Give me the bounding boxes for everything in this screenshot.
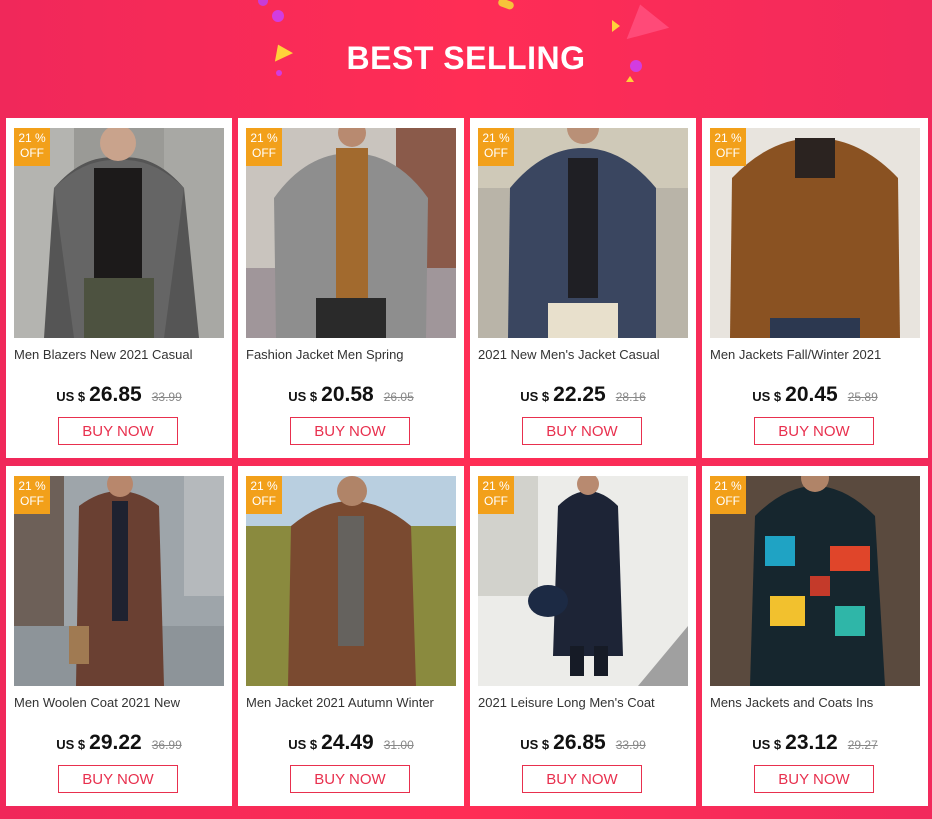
- product-image[interactable]: 21 % OFF: [246, 128, 456, 338]
- currency-label: US $: [752, 389, 782, 404]
- original-price: 28.16: [615, 390, 646, 404]
- currency-label: US $: [56, 737, 86, 752]
- discount-badge: 21 % OFF: [710, 128, 746, 166]
- discount-percent: 21 %: [18, 131, 46, 145]
- price-row: US $20.45 25.89: [702, 383, 928, 407]
- product-card[interactable]: 21 % OFF 2021 Leisure Long Men's Coat US…: [470, 466, 696, 806]
- discount-badge: 21 % OFF: [478, 128, 514, 166]
- discount-percent: 21 %: [482, 131, 510, 145]
- discount-off-label: OFF: [20, 146, 44, 160]
- discount-badge: 21 % OFF: [478, 476, 514, 514]
- currency-label: US $: [288, 389, 318, 404]
- currency-label: US $: [56, 389, 86, 404]
- discount-percent: 21 %: [714, 131, 742, 145]
- currency-label: US $: [752, 737, 782, 752]
- current-price: 26.85: [553, 731, 606, 754]
- discount-badge: 21 % OFF: [246, 476, 282, 514]
- original-price: 31.00: [383, 738, 414, 752]
- product-image[interactable]: 21 % OFF: [478, 476, 688, 686]
- currency-label: US $: [520, 737, 550, 752]
- confetti-triangle: [618, 0, 670, 40]
- price-row: US $26.85 33.99: [470, 731, 696, 755]
- product-image[interactable]: 21 % OFF: [710, 476, 920, 686]
- buy-now-button[interactable]: BUY NOW: [58, 417, 178, 445]
- buy-now-button[interactable]: BUY NOW: [58, 765, 178, 793]
- currency-label: US $: [288, 737, 318, 752]
- buy-now-button[interactable]: BUY NOW: [290, 765, 410, 793]
- product-title[interactable]: 2021 New Men's Jacket Casual: [478, 347, 692, 362]
- current-price: 26.85: [89, 383, 142, 406]
- discount-badge: 21 % OFF: [14, 476, 50, 514]
- product-image[interactable]: 21 % OFF: [246, 476, 456, 686]
- price-row: US $24.49 31.00: [238, 731, 464, 755]
- product-image[interactable]: 21 % OFF: [14, 128, 224, 338]
- product-title[interactable]: 2021 Leisure Long Men's Coat: [478, 695, 692, 710]
- product-title[interactable]: Men Woolen Coat 2021 New: [14, 695, 228, 710]
- product-card[interactable]: 21 % OFF Men Blazers New 2021 Casual US …: [6, 118, 232, 458]
- price-row: US $26.85 33.99: [6, 383, 232, 407]
- discount-percent: 21 %: [250, 131, 278, 145]
- discount-off-label: OFF: [716, 494, 740, 508]
- buy-now-button[interactable]: BUY NOW: [290, 417, 410, 445]
- discount-percent: 21 %: [714, 479, 742, 493]
- currency-label: US $: [520, 389, 550, 404]
- current-price: 22.25: [553, 383, 606, 406]
- discount-badge: 21 % OFF: [710, 476, 746, 514]
- original-price: 36.99: [151, 738, 182, 752]
- page-title: BEST SELLING: [346, 40, 586, 76]
- product-title[interactable]: Men Jacket 2021 Autumn Winter: [246, 695, 460, 710]
- discount-off-label: OFF: [252, 494, 276, 508]
- product-title[interactable]: Men Blazers New 2021 Casual: [14, 347, 228, 362]
- discount-off-label: OFF: [484, 494, 508, 508]
- product-image[interactable]: 21 % OFF: [14, 476, 224, 686]
- product-title[interactable]: Fashion Jacket Men Spring: [246, 347, 460, 362]
- discount-badge: 21 % OFF: [14, 128, 50, 166]
- product-card[interactable]: 21 % OFF 2021 New Men's Jacket Casual US…: [470, 118, 696, 458]
- price-row: US $20.58 26.05: [238, 383, 464, 407]
- product-card[interactable]: 21 % OFF Mens Jackets and Coats Ins US $…: [702, 466, 928, 806]
- product-card[interactable]: 21 % OFF Men Jacket 2021 Autumn Winter U…: [238, 466, 464, 806]
- original-price: 25.89: [847, 390, 878, 404]
- current-price: 20.58: [321, 383, 374, 406]
- confetti-dot: [258, 0, 268, 6]
- discount-percent: 21 %: [18, 479, 46, 493]
- discount-off-label: OFF: [484, 146, 508, 160]
- original-price: 33.99: [615, 738, 646, 752]
- original-price: 26.05: [383, 390, 414, 404]
- price-row: US $22.25 28.16: [470, 383, 696, 407]
- buy-now-button[interactable]: BUY NOW: [754, 765, 874, 793]
- discount-off-label: OFF: [252, 146, 276, 160]
- buy-now-button[interactable]: BUY NOW: [754, 417, 874, 445]
- current-price: 20.45: [785, 383, 838, 406]
- product-image[interactable]: 21 % OFF: [478, 128, 688, 338]
- product-title[interactable]: Men Jackets Fall/Winter 2021: [710, 347, 924, 362]
- confetti-triangle: [612, 20, 620, 32]
- confetti-dot: [272, 10, 284, 22]
- current-price: 24.49: [321, 731, 374, 754]
- buy-now-button[interactable]: BUY NOW: [522, 765, 642, 793]
- current-price: 29.22: [89, 731, 142, 754]
- price-row: US $23.12 29.27: [702, 731, 928, 755]
- original-price: 33.99: [151, 390, 182, 404]
- discount-badge: 21 % OFF: [246, 128, 282, 166]
- banner: BEST SELLING: [0, 0, 932, 118]
- product-card[interactable]: 21 % OFF Fashion Jacket Men Spring US $2…: [238, 118, 464, 458]
- discount-percent: 21 %: [482, 479, 510, 493]
- confetti-streamer: [497, 0, 515, 11]
- discount-percent: 21 %: [250, 479, 278, 493]
- price-row: US $29.22 36.99: [6, 731, 232, 755]
- product-card[interactable]: 21 % OFF Men Woolen Coat 2021 New US $29…: [6, 466, 232, 806]
- product-image[interactable]: 21 % OFF: [710, 128, 920, 338]
- product-title[interactable]: Mens Jackets and Coats Ins: [710, 695, 924, 710]
- product-card[interactable]: 21 % OFF Men Jackets Fall/Winter 2021 US…: [702, 118, 928, 458]
- original-price: 29.27: [847, 738, 878, 752]
- discount-off-label: OFF: [20, 494, 44, 508]
- current-price: 23.12: [785, 731, 838, 754]
- discount-off-label: OFF: [716, 146, 740, 160]
- buy-now-button[interactable]: BUY NOW: [522, 417, 642, 445]
